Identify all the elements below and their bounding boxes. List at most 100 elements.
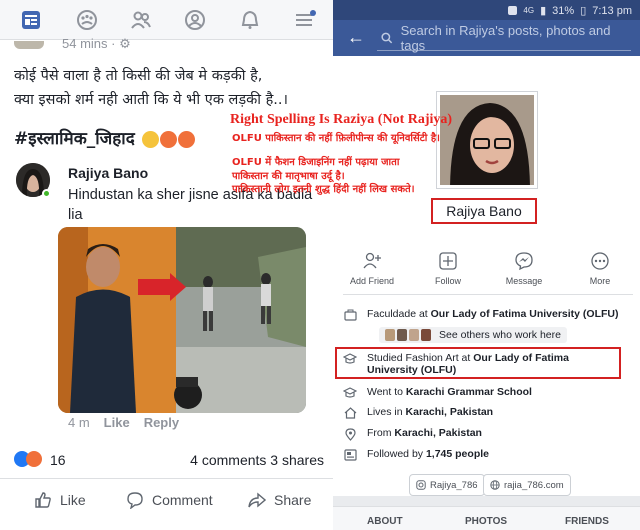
message-label: Message — [505, 276, 543, 286]
profile-name: Rajiya Bano — [446, 203, 522, 219]
profile-panel: 4G ▮ 31% ▯ 7:13 pm ← Search in Rajiya's … — [333, 0, 640, 530]
battery-level: 31% — [552, 4, 575, 17]
profile-name-highlight: Rajiya Bano — [431, 198, 537, 224]
angry-reaction-icon — [26, 451, 42, 467]
online-status-dot — [42, 189, 51, 198]
more-dots-icon — [591, 252, 609, 270]
tab-friends[interactable]: FRIENDS — [565, 516, 609, 527]
annotation-line-3: पाकिस्तान की मातृभाषा उर्दू है। — [232, 171, 345, 182]
follow-icon — [439, 252, 457, 270]
annotation-line-2: OLFU में फैशन डिजाइनिंग नहीं पढ़ाया जाता — [232, 157, 400, 168]
info-workplace: Faculdade at Our Lady of Fatima Universi… — [343, 308, 638, 322]
follow-button[interactable]: Follow — [413, 250, 483, 286]
profile-search-bar: ← Search in Rajiya's posts, photos and t… — [333, 20, 640, 56]
hashtag-row: #इस्लामिक_जिहाद — [14, 126, 195, 149]
profile-action-buttons: Add Friend Follow Message More — [333, 250, 640, 290]
more-label: More — [589, 276, 611, 286]
add-friend-label: Add Friend — [349, 276, 395, 286]
profile-tabs: ABOUT PHOTOS FRIENDS — [333, 506, 640, 530]
angry-emoji-icon-2 — [177, 130, 195, 148]
info-followers: Followed by 1,745 people — [343, 448, 638, 462]
see-coworkers-link[interactable]: See others who work here — [379, 327, 567, 343]
groups-icon[interactable] — [74, 7, 100, 33]
search-placeholder: Search in Rajiya's posts, photos and tag… — [400, 22, 611, 53]
shared-post-meta: 4 m Like Reply — [68, 415, 179, 430]
facebook-notification-icon — [508, 6, 518, 15]
share-arrow-icon — [248, 492, 266, 508]
phone-status-bar: 4G ▮ 31% ▯ 7:13 pm — [333, 0, 640, 20]
menu-icon[interactable] — [292, 7, 318, 33]
shared-reply-link[interactable]: Reply — [144, 415, 179, 430]
instagram-link[interactable]: Rajiya_786 — [409, 474, 485, 496]
profile-links: Rajiya_786 rajia_786.com — [333, 474, 640, 498]
post-timestamp: 54 mins · ⚙ — [14, 36, 131, 52]
news-feed-icon[interactable] — [18, 7, 44, 33]
location-pin-icon — [343, 427, 357, 441]
briefcase-icon — [343, 308, 357, 322]
follow-label: Follow — [434, 276, 461, 286]
notifications-bell-icon[interactable] — [237, 7, 263, 33]
angry-emoji-icon — [159, 130, 177, 148]
post-body: कोई पैसे वाला है तो किसी की जेब मे कड़की… — [14, 64, 326, 112]
signal-icon: ▮ — [540, 5, 547, 17]
friends-icon[interactable] — [128, 7, 154, 33]
annotation-title: Right Spelling Is Raziya (Not Rajiya) — [230, 112, 453, 127]
website-link[interactable]: rajia_786.com — [483, 474, 571, 496]
post-action-bar: Like Comment Share — [0, 478, 333, 522]
battery-icon: ▯ — [580, 5, 587, 17]
annotation-line-4: पाकिस्तानी लोग इतनी शुद्ध हिंदी नहीं लिख… — [232, 184, 415, 195]
tab-about[interactable]: ABOUT — [367, 516, 403, 527]
network-type: 4G — [523, 6, 535, 15]
graduation-cap-icon-2 — [343, 386, 357, 400]
add-friend-button[interactable]: Add Friend — [337, 250, 407, 286]
comment-button[interactable]: Comment — [126, 491, 213, 509]
annotation-line-1: OLFU पाकिस्तान की नहीं फ़िलीपीन्स की यून… — [232, 133, 440, 144]
shared-post-time: 4 m — [68, 415, 90, 430]
like-button[interactable]: Like — [34, 491, 86, 509]
instagram-icon — [416, 480, 426, 490]
info-lives: Lives in Karachi, Pakistan — [343, 406, 638, 420]
shared-post: Rajiya Bano Hindustan ka sher jisne asif… — [14, 155, 326, 440]
home-icon — [343, 406, 357, 420]
globe-icon — [490, 480, 500, 490]
hashtag-link[interactable]: #इस्लामिक_जिहाद — [14, 129, 135, 149]
facebook-top-nav — [0, 0, 333, 40]
unamused-emoji-icon — [141, 130, 159, 148]
share-button[interactable]: Share — [248, 491, 311, 509]
shared-author-name[interactable]: Rajiya Bano — [68, 165, 148, 181]
add-friend-icon — [363, 252, 381, 269]
school-link[interactable]: Karachi Grammar School — [406, 386, 532, 398]
comment-button-label: Comment — [152, 492, 213, 508]
like-button-label: Like — [60, 492, 86, 508]
info-school: Went to Karachi Grammar School — [343, 386, 638, 400]
shared-like-link[interactable]: Like — [104, 415, 130, 430]
comment-bubble-icon — [127, 492, 143, 509]
post-text-line-1: कोई पैसे वाला है तो किसी की जेब मे कड़की… — [14, 68, 263, 84]
public-globe-icon: ⚙ — [119, 36, 131, 51]
thumbs-up-icon — [35, 492, 51, 508]
workplace-link[interactable]: Our Lady of Fatima University (OLFU) — [431, 308, 619, 320]
post-text-line-2: क्या इसको शर्म नही आती कि ये भी एक लड़की… — [14, 92, 288, 108]
profile-icon[interactable] — [182, 7, 208, 33]
lives-city-link[interactable]: Karachi, Pakistan — [406, 406, 494, 418]
more-button[interactable]: More — [565, 250, 635, 286]
message-button[interactable]: Message — [489, 250, 559, 286]
profile-picture[interactable] — [437, 92, 537, 188]
poster-avatar-partial — [14, 40, 44, 49]
reaction-summary[interactable]: 16 4 comments 3 shares — [14, 450, 324, 472]
profile-divider — [343, 294, 633, 295]
comments-shares-count[interactable]: 4 comments 3 shares — [190, 452, 324, 468]
shared-post-photo[interactable] — [58, 227, 306, 413]
share-button-label: Share — [274, 492, 312, 508]
reaction-count: 16 — [50, 452, 66, 468]
hometown-link[interactable]: Karachi, Pakistan — [394, 427, 482, 439]
messenger-icon — [515, 252, 533, 271]
followers-icon — [343, 448, 357, 462]
back-arrow-icon[interactable]: ← — [347, 28, 365, 46]
profile-search-input[interactable]: Search in Rajiya's posts, photos and tag… — [377, 22, 631, 53]
search-icon — [381, 32, 393, 43]
clock-time: 7:13 pm — [592, 4, 632, 17]
followers-count-link[interactable]: 1,745 people — [426, 448, 489, 460]
studied-highlight-box — [335, 347, 621, 379]
tab-photos[interactable]: PHOTOS — [465, 516, 507, 527]
